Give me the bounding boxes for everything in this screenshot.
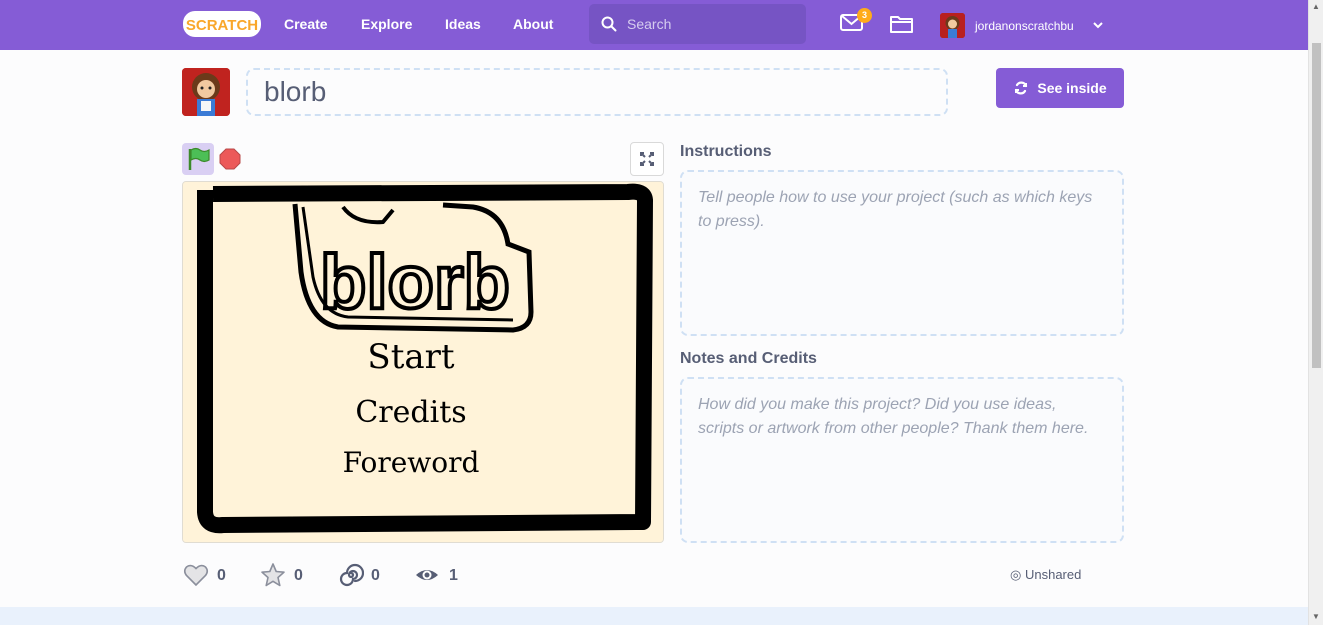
fullscreen-icon [640,152,654,166]
stage-menu-foreword: Foreword [343,446,480,479]
instructions-textarea[interactable] [680,170,1124,336]
avatar [940,13,965,38]
instructions-heading: Instructions [680,143,772,160]
search-input[interactable] [627,4,797,44]
green-flag-button[interactable] [182,143,214,175]
stage-menu-credits: Credits [355,395,466,430]
see-inside-label: See inside [1037,80,1107,96]
stage-menu-start: Start [367,337,454,377]
remix-icon [339,563,364,587]
nav-explore[interactable]: Explore [361,16,412,32]
notes-heading: Notes and Credits [680,350,817,367]
author-avatar[interactable] [182,68,230,116]
nav-about[interactable]: About [513,16,553,32]
search-icon [601,16,617,32]
fullscreen-button[interactable] [630,142,664,176]
search-box [589,4,806,44]
share-status-label: Unshared [1024,567,1082,582]
scroll-thumb[interactable] [1312,43,1321,368]
nav-create[interactable]: Create [284,16,328,32]
top-nav: SCRATCH Create Explore Ideas About 3 jor… [0,0,1308,50]
stage-title-text: blorb [320,240,510,325]
my-stuff-folder-icon[interactable] [889,13,914,35]
see-inside-button[interactable]: See inside [996,68,1124,108]
scratch-logo[interactable]: SCRATCH [182,9,262,39]
star-icon [261,563,285,587]
eye-icon [416,570,438,580]
scroll-up-arrow[interactable]: ▲ [1312,2,1320,11]
logo-text: SCRATCH [186,17,258,34]
love-count: 0 [217,567,226,584]
nav-ideas[interactable]: Ideas [445,16,481,32]
project-title-input[interactable] [246,68,948,116]
share-status: ◎ Unshared [1010,567,1081,583]
notes-textarea[interactable] [680,377,1124,543]
project-stage[interactable]: blorb Start Credits Foreword [182,181,664,543]
message-count-badge: 3 [857,8,872,23]
heart-icon [183,564,209,587]
scroll-down-arrow[interactable]: ▼ [1312,612,1320,621]
see-inside-icon [1015,81,1028,95]
stop-icon[interactable] [219,148,241,170]
green-flag-icon [188,147,210,170]
page-scrollbar[interactable]: ▲ ▼ [1308,0,1323,625]
remix-count: 0 [371,567,380,584]
username: jordanonscratchbu [975,19,1074,33]
footer-strip [0,607,1308,625]
views-count: 1 [449,567,458,584]
stage-drawing: blorb Start Credits Foreword [183,182,663,542]
unshared-icon: ◎ [1010,567,1022,582]
favorite-count: 0 [294,567,303,584]
chevron-down-icon [1093,22,1103,29]
